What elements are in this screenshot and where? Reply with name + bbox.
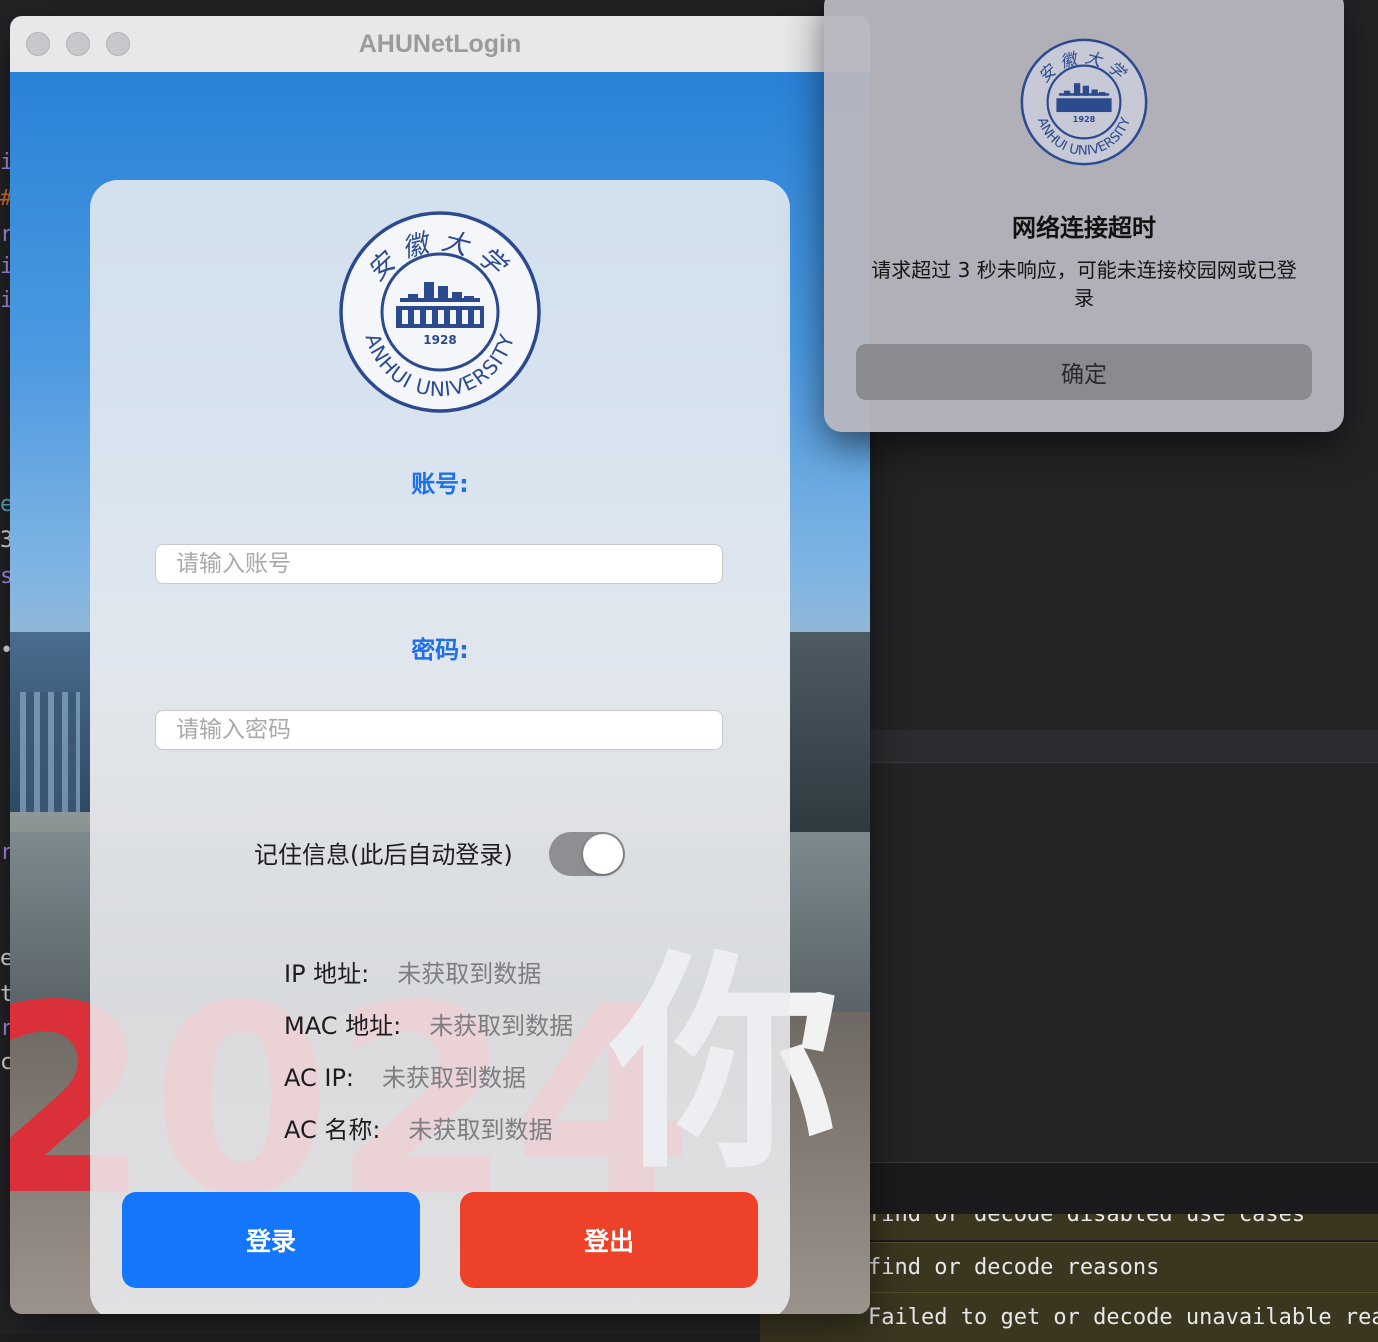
title-bar[interactable]: AHUNetLogin (10, 16, 870, 73)
info-key: IP 地址: (284, 960, 370, 988)
app-window: AHUNetLogin 2024 你 (10, 16, 870, 1314)
editor-pane-lower (870, 762, 1378, 1163)
campus-background-photo: 2024 你 (10, 72, 870, 1314)
info-value: 未获取到数据 (408, 1116, 553, 1144)
login-button[interactable]: 登录 (122, 1192, 420, 1288)
password-label: 密码: (411, 636, 469, 664)
alert-title: 网络连接超时 (1012, 214, 1156, 242)
logout-button[interactable]: 登出 (460, 1192, 758, 1288)
info-value: 未获取到数据 (382, 1064, 527, 1092)
university-logo: 1928 ANHUI UNIVERSITY 安徽大学 (338, 210, 542, 414)
info-row-ac-name: AC 名称: 未获取到数据 (284, 1110, 552, 1145)
toggle-knob (583, 834, 623, 874)
login-card: 1928 ANHUI UNIVERSITY 安徽大学 账号: 密码: 记住信息(… (90, 180, 790, 1314)
alert-confirm-button[interactable]: 确定 (856, 344, 1312, 400)
info-key: AC IP: (284, 1064, 355, 1092)
info-row-mac: MAC 地址: 未获取到数据 (284, 1006, 573, 1041)
remember-toggle[interactable] (549, 832, 625, 876)
info-key: MAC 地址: (284, 1012, 402, 1040)
alert-university-logo: 1928 ANHUI UNIVERSITY 安徽大学 (1020, 38, 1148, 166)
account-input[interactable] (155, 544, 723, 584)
timeout-alert-dialog: 1928 ANHUI UNIVERSITY 安徽大学 网络连接超时 请求超过 3… (824, 0, 1344, 432)
password-input[interactable] (155, 710, 723, 750)
alert-message: 请求超过 3 秒未响应，可能未连接校园网或已登录 (871, 258, 1297, 310)
info-row-ip: IP 地址: 未获取到数据 (284, 954, 541, 989)
info-value: 未获取到数据 (429, 1012, 574, 1040)
info-value: 未获取到数据 (397, 960, 542, 988)
editor-highlight-line (870, 730, 1378, 762)
window-title: AHUNetLogin (358, 30, 522, 58)
info-row-ac-ip: AC IP: 未获取到数据 (284, 1058, 526, 1093)
account-label: 账号: (411, 470, 469, 498)
info-key: AC 名称: (284, 1116, 381, 1144)
logo-year: 1928 (423, 333, 456, 347)
remember-label: 记住信息(此后自动登录) (254, 841, 513, 869)
alert-logo-year: 1928 (1073, 114, 1096, 124)
